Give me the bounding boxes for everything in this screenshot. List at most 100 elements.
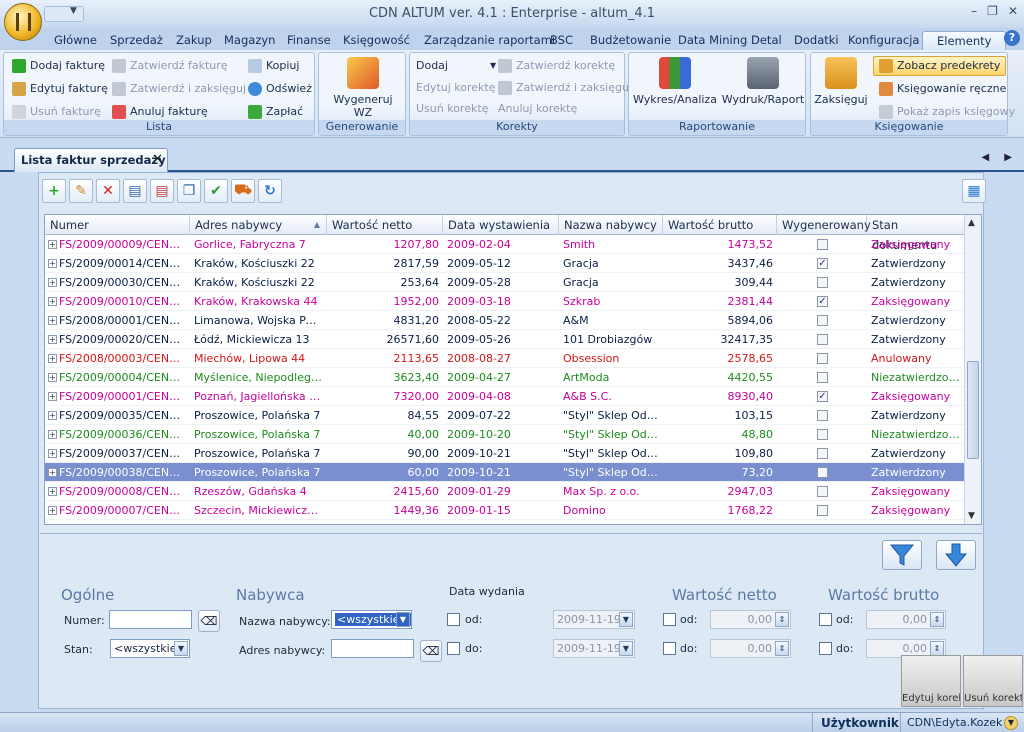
- post-button[interactable]: Zaksięguj: [813, 57, 869, 106]
- unchecked-checkbox-icon[interactable]: [817, 334, 828, 345]
- approve-correction-button[interactable]: Zatwierdź korektę: [498, 56, 615, 76]
- tab-glowne[interactable]: Główne: [54, 31, 97, 50]
- unchecked-checkbox-icon[interactable]: [817, 486, 828, 497]
- net-from-checkbox[interactable]: [663, 613, 676, 626]
- tab-budzetowanie[interactable]: Budżetowanie: [590, 31, 671, 50]
- gross-from-checkbox[interactable]: [819, 613, 832, 626]
- table-row[interactable]: + FS/2008/00001/CENTR... Limanowa, Wojska …: [45, 311, 965, 330]
- tab-zakup[interactable]: Zakup: [176, 31, 212, 50]
- checkmark-icon[interactable]: ✔: [204, 179, 228, 203]
- column-header-stan[interactable]: Stan dokumentu: [867, 215, 965, 252]
- date-from-checkbox[interactable]: [447, 613, 460, 626]
- generate-wz-button[interactable]: Wygeneruj WZ: [323, 57, 403, 119]
- table-row[interactable]: + FS/2009/00037/CENTR... Proszowice, Polań…: [45, 444, 965, 463]
- column-header-wygenerowany[interactable]: Wygenerowany: [777, 215, 871, 235]
- table-row[interactable]: + FS/2009/00008/CENTR... Rzeszów, Gdańska …: [45, 482, 965, 501]
- collapse-filter-button[interactable]: [936, 540, 976, 570]
- delete-invoice-button[interactable]: Usuń fakturę: [12, 102, 101, 122]
- unchecked-checkbox-icon[interactable]: [817, 277, 828, 288]
- unchecked-checkbox-icon[interactable]: [817, 353, 828, 364]
- close-button[interactable]: ✕: [1008, 4, 1018, 18]
- unchecked-checkbox-icon[interactable]: [817, 315, 828, 326]
- column-header-adres[interactable]: Adres nabywcy ▲: [190, 215, 327, 235]
- scrollbar-thumb[interactable]: [967, 361, 979, 459]
- unchecked-checkbox-icon[interactable]: [817, 239, 828, 250]
- column-header-nazwa[interactable]: Nazwa nabywcy: [559, 215, 663, 235]
- approve-and-post-button[interactable]: Zatwierdź i zaksięguj: [112, 79, 246, 99]
- tab-finanse[interactable]: Finanse: [287, 31, 331, 50]
- delete-icon[interactable]: ✕: [96, 179, 120, 203]
- unchecked-checkbox-icon[interactable]: [817, 372, 828, 383]
- table-row[interactable]: + FS/2009/00010/CENTR... Kraków, Krakowska…: [45, 292, 965, 311]
- table-row[interactable]: + FS/2009/00014/CENTR... Kraków, Kościuszk…: [45, 254, 965, 273]
- app-menu-button[interactable]: [4, 3, 42, 41]
- checked-checkbox-icon[interactable]: ✓: [817, 391, 828, 402]
- table-row[interactable]: + FS/2008/00003/CENTR... Miechów, Lipowa 4…: [45, 349, 965, 368]
- date-to-input[interactable]: 2009-11-19 ▼: [553, 639, 635, 658]
- gross-to-checkbox[interactable]: [819, 642, 832, 655]
- refresh-icon[interactable]: ↻: [258, 179, 282, 203]
- table-row[interactable]: + FS/2009/00030/CENTR... Kraków, Kościuszk…: [45, 273, 965, 292]
- status-expand-icon[interactable]: ▼: [1004, 716, 1018, 730]
- clear-number-icon[interactable]: ⌫: [198, 610, 220, 632]
- buyer-name-select[interactable]: <wszystkie> ▼: [331, 610, 412, 629]
- delete-correction-overlay-button[interactable]: Usuń korektę: [963, 655, 1023, 707]
- table-row[interactable]: + FS/2009/00020/CENTR... Łódź, Mickiewicza…: [45, 330, 965, 349]
- tab-konfiguracja[interactable]: Konfiguracja: [848, 31, 919, 50]
- table-row[interactable]: + FS/2009/00004/CENTR... Myślenice, Niepod…: [45, 368, 965, 387]
- truck-icon[interactable]: ⛟: [231, 179, 255, 203]
- column-header-numer[interactable]: Numer: [45, 215, 190, 235]
- wrench-icon[interactable]: ✎: [69, 179, 93, 203]
- checked-checkbox-icon[interactable]: ✓: [817, 258, 828, 269]
- column-header-data[interactable]: Data wystawienia: [443, 215, 559, 235]
- add-invoice-button[interactable]: Dodaj fakturę: [12, 56, 105, 76]
- date-to-checkbox[interactable]: [447, 642, 460, 655]
- unchecked-checkbox-icon[interactable]: [817, 410, 828, 421]
- tab-scroll-arrows[interactable]: ◀ ▶: [981, 152, 1018, 163]
- restore-button[interactable]: ❐: [987, 4, 998, 18]
- print-report-button[interactable]: Wydruk/Raport: [721, 57, 805, 106]
- table-row[interactable]: + FS/2009/00007/CENTR... Szczecin, Mickiew…: [45, 501, 965, 520]
- number-input[interactable]: [109, 610, 192, 629]
- gross-from-input[interactable]: 0,00 ⇕: [866, 610, 946, 629]
- add-correction-dropdown[interactable]: Dodaj ▼: [416, 56, 496, 76]
- tab-sprzedaz[interactable]: Sprzedaż: [110, 31, 163, 50]
- scroll-down-icon[interactable]: ▼: [968, 511, 975, 521]
- grid-settings-icon[interactable]: ▦: [962, 179, 986, 203]
- approve-invoice-button[interactable]: Zatwierdź fakturę: [112, 56, 228, 76]
- delete-correction-button[interactable]: Usuń korektę: [416, 99, 488, 119]
- scroll-up-icon[interactable]: ▲: [968, 218, 975, 228]
- view-predecrees-button[interactable]: Zobacz predekrety: [873, 56, 1007, 76]
- pay-button[interactable]: Zapłać: [248, 102, 303, 122]
- tab-dodatki[interactable]: Dodatki: [794, 31, 839, 50]
- tab-detal[interactable]: Detal: [751, 31, 782, 50]
- unchecked-checkbox-icon[interactable]: [817, 429, 828, 440]
- refresh-button[interactable]: Odśwież: [248, 79, 312, 99]
- edit-invoice-button[interactable]: Edytuj fakturę: [12, 79, 108, 99]
- add-icon[interactable]: +: [42, 179, 66, 203]
- buyer-address-input[interactable]: [331, 639, 414, 658]
- tab-elementy[interactable]: Elementy: [922, 31, 1007, 50]
- table-row[interactable]: + FS/2009/00001/CENTR... Poznań, Jagielloń…: [45, 387, 965, 406]
- close-tab-icon[interactable]: ✕: [152, 149, 163, 171]
- unchecked-checkbox-icon[interactable]: [817, 505, 828, 516]
- chart-analysis-button[interactable]: Wykres/Analiza: [633, 57, 717, 106]
- table-row[interactable]: + FS/2009/00036/CENTR... Proszowice, Polań…: [45, 425, 965, 444]
- tab-sales-invoice-list[interactable]: Lista faktur sprzedaży ✕: [14, 148, 168, 172]
- tab-magazyn[interactable]: Magazyn: [224, 31, 275, 50]
- filter-button[interactable]: [882, 540, 922, 570]
- table-row[interactable]: + FS/2009/00035/CENTR... Proszowice, Polań…: [45, 406, 965, 425]
- net-to-checkbox[interactable]: [663, 642, 676, 655]
- table-row[interactable]: + FS/2009/00038/CENTR... Proszowice, Polań…: [45, 463, 965, 482]
- tab-bsc[interactable]: BSC: [550, 31, 573, 50]
- net-from-input[interactable]: 0,00 ⇕: [710, 610, 791, 629]
- status-select[interactable]: <wszystkie> ▼: [110, 639, 190, 658]
- tab-zarzadzanie-raportami[interactable]: Zarządzanie raportami: [424, 31, 555, 50]
- column-header-brutto[interactable]: Wartość brutto: [663, 215, 777, 235]
- net-to-input[interactable]: 0,00 ⇕: [710, 639, 791, 658]
- cancel-invoice-button[interactable]: Anuluj fakturę: [112, 102, 208, 122]
- clear-address-icon[interactable]: ⌫: [420, 640, 442, 662]
- approve-doc-icon[interactable]: ▤: [123, 179, 147, 203]
- unchecked-checkbox-icon[interactable]: [817, 467, 828, 478]
- tab-data-mining[interactable]: Data Mining: [678, 31, 747, 50]
